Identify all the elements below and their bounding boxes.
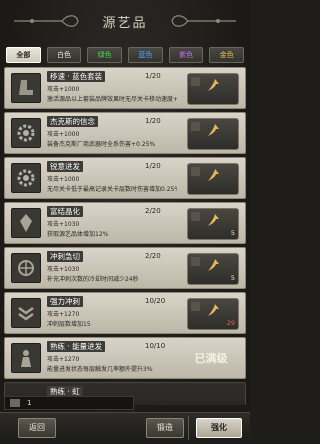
artifact-name: 锐意进发 (47, 161, 83, 172)
artifact-desc: 装备杰克斯厂商武器时全系伤害+0.25% (47, 141, 156, 148)
slot-badge (191, 212, 200, 221)
gear-icon (17, 169, 35, 187)
artifact-card[interactable]: 强力冲刺 10/20 攻击+1270 冲刺层数增加15 29 (4, 292, 246, 334)
artifact-desc: 获取源艺品体增加12% (47, 231, 109, 238)
upgrade-cost: 5 (230, 229, 235, 237)
artifact-desc: 能量进发状态每层触发几率额外提升3% (47, 366, 153, 373)
artifact-name: 移速 · 蓝色套装 (47, 71, 106, 82)
artifact-attr: 攻击+1270 (47, 356, 80, 363)
page-title: 源艺品 (102, 15, 148, 31)
up-arrow-icon (208, 169, 219, 181)
upgrade-button[interactable] (187, 118, 239, 150)
artifact-name: 杰克斯的信念 (47, 116, 98, 127)
artifact-card[interactable]: 冲刺急切 2/20 攻击+1030 补充冲刺次数的冷却时间减少24秒 5 (4, 247, 246, 289)
upgrade-button[interactable] (187, 73, 239, 105)
artifact-desc: 无尽关卡低于最高记录关卡层数时伤害增加0.25% (47, 186, 177, 193)
slot-badge (191, 167, 200, 176)
artifact-icon (11, 298, 41, 328)
up-arrow-icon (208, 259, 219, 271)
ornament-left-icon (14, 15, 79, 27)
artifact-card[interactable]: 锐意进发 1/20 攻击+1000 无尽关卡低于最高记录关卡层数时伤害增加0.2… (4, 157, 246, 199)
target-icon (18, 260, 34, 276)
artifact-attr: 攻击+1000 (47, 131, 80, 138)
artifact-attr: 攻击+1270 (47, 311, 80, 318)
artifact-icon (11, 253, 41, 283)
artifact-icon (11, 163, 41, 193)
artifact-desc: 冲刺层数增加15 (47, 321, 91, 328)
artifact-level: 1/20 (145, 72, 161, 80)
artifact-attr: 攻击+1000 (47, 176, 80, 183)
back-button[interactable]: 返回 (18, 418, 56, 438)
artifact-name: 富结晶化 (47, 206, 83, 217)
filter-green[interactable]: 绿色 (87, 47, 123, 63)
up-arrow-icon (208, 79, 219, 91)
forge-button[interactable]: 锻造 (146, 418, 184, 438)
artifact-attr: 攻击+1030 (47, 266, 80, 273)
artifact-attr: 攻击+1030 (47, 221, 80, 228)
artifact-level: 10/20 (145, 297, 166, 305)
crystal-icon (20, 214, 32, 232)
boot-icon (19, 80, 33, 95)
filter-gold[interactable]: 金色 (209, 47, 245, 63)
artifact-card[interactable]: 熟练 · 能量进发 10/10 攻击+1270 能量进发状态每层触发几率额外提升… (4, 337, 246, 379)
up-arrow-icon (208, 214, 219, 226)
header: 源艺品 (0, 0, 250, 42)
artifact-name: 熟练 · 能量进发 (47, 341, 106, 352)
resource-icon (10, 399, 20, 407)
artifact-level: 2/20 (145, 252, 161, 260)
artifact-attr: 攻击+1000 (47, 86, 80, 93)
artifact-icon (11, 208, 41, 238)
slot-badge (191, 302, 200, 311)
upgrade-cost: 5 (230, 274, 235, 282)
artifact-level: 1/20 (145, 162, 161, 170)
upgrade-button[interactable]: 5 (187, 208, 239, 240)
artifact-name: 冲刺急切 (47, 251, 83, 262)
slot-badge (191, 77, 200, 86)
filter-white[interactable]: 白色 (46, 47, 82, 63)
gear-icon (17, 124, 35, 142)
up-arrow-icon (208, 304, 219, 316)
artifact-screen: 源艺品 全部 白色 绿色 蓝色 紫色 金色 移速 · 蓝色套装 1/20 攻击+… (0, 0, 250, 444)
ornament-right-icon (171, 15, 236, 27)
artifact-card[interactable]: 富结晶化 2/20 攻击+1030 获取源艺品体增加12% 5 (4, 202, 246, 244)
artifact-icon (11, 343, 41, 373)
artifact-desc: 补充冲刺次数的冷却时间减少24秒 (47, 276, 139, 283)
upgrade-cost: 29 (226, 319, 235, 327)
artifact-card[interactable]: 杰克斯的信念 1/20 攻击+1000 装备杰克斯厂商武器时全系伤害+0.25% (4, 112, 246, 154)
up-arrow-icon (208, 124, 219, 136)
artifact-level: 10/10 (145, 342, 166, 350)
divider (188, 416, 189, 440)
upgrade-button[interactable]: 5 (187, 253, 239, 285)
enhance-button[interactable]: 强化 (196, 418, 242, 438)
figure-icon (21, 350, 31, 367)
slot-badge (191, 257, 200, 266)
artifact-icon (11, 73, 41, 103)
artifact-card[interactable]: 移速 · 蓝色套装 1/20 攻击+1000 激活源品以上套装品牌效果时无尽关卡… (4, 67, 246, 109)
artifact-icon (11, 118, 41, 148)
filter-blue[interactable]: 蓝色 (128, 47, 163, 63)
artifact-desc: 激活源品以上套装品牌效果时无尽关卡移动速度+0.5% (47, 96, 177, 103)
chevrons-icon (18, 306, 34, 321)
artifact-name: 强力冲刺 (47, 296, 83, 307)
slot-badge (191, 122, 200, 131)
resource-value: 1 (27, 399, 32, 407)
artifact-level: 2/20 (145, 207, 161, 215)
upgrade-button[interactable] (187, 163, 239, 195)
resource-counter: 1 (4, 396, 134, 410)
upgrade-button[interactable]: 29 (187, 298, 239, 330)
filter-all[interactable]: 全部 (6, 47, 41, 63)
filter-purple[interactable]: 紫色 (168, 47, 204, 63)
artifact-list[interactable]: 移速 · 蓝色套装 1/20 攻击+1000 激活源品以上套装品牌效果时无尽关卡… (4, 67, 246, 405)
artifact-level: 1/20 (145, 117, 161, 125)
maxed-label: 已满级 (194, 352, 228, 365)
filter-bar: 全部 白色 绿色 蓝色 紫色 金色 (6, 47, 245, 63)
